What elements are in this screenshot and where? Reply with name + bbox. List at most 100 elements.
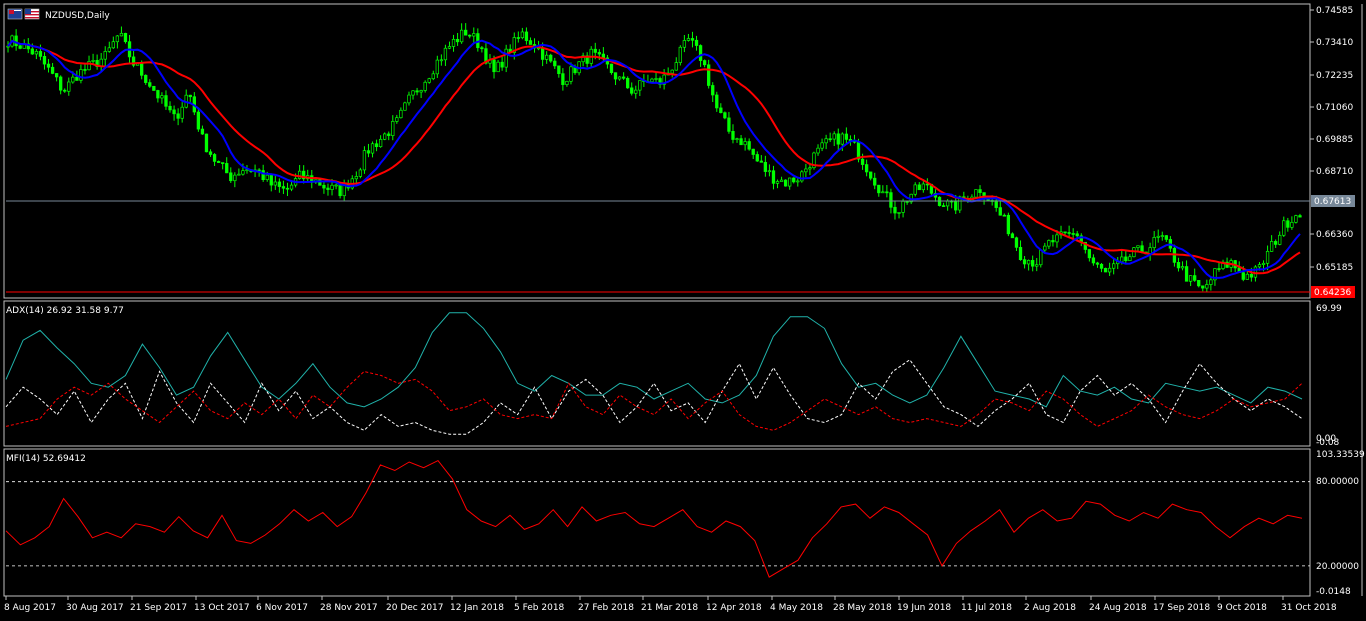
candle-body [739,138,743,146]
candle-body [1018,247,1023,261]
candle-body [1269,241,1274,252]
candle-body [889,192,893,208]
candle-body [415,90,419,93]
candle-body [374,143,379,148]
adx-panel[interactable] [5,312,1303,435]
candle-body [767,170,772,173]
candle-body [528,40,533,45]
mfi-series-0 [5,459,1303,578]
adx-tick-label: -0.08 [1316,438,1340,448]
candle-body [804,168,808,173]
candle-body [411,90,415,96]
candle-body [273,181,277,186]
candle-body [18,45,22,49]
candle-body [723,112,727,119]
candle-body [1298,215,1302,218]
candle-body [148,82,152,87]
candle-body [1257,264,1262,268]
candle-body [1128,256,1132,262]
candle-body [237,173,241,176]
candle-body [472,33,476,37]
candle-body [140,63,144,76]
candle-body [840,133,844,145]
candle-body [921,183,925,191]
price-tick-label: 0.72235 [1316,71,1353,81]
adx-series-2 [5,370,1303,431]
candle-body [1022,259,1027,265]
candle-body [877,184,881,194]
candle-body [597,52,601,55]
candle-body [1180,266,1185,269]
trading-chart[interactable]: 0.74585 0.73410 0.72235 0.71060 0.69885 0.687… [0,0,1366,621]
candle-body [1112,263,1116,269]
candle-body [520,31,525,39]
candle-body [1087,249,1092,259]
mfi-title: MFI(14) 52.69412 [6,454,86,464]
date-tick-label: 9 Oct 2018 [1217,603,1267,613]
candle-body [674,62,678,71]
candle-body [621,76,626,79]
candle-body [1031,260,1035,267]
candle-body [103,51,107,60]
candle-body [180,106,184,119]
current-price-label: 0.67613 [1314,197,1351,207]
candle-body [427,78,431,83]
candle-body [1067,232,1071,234]
mfi-panel[interactable] [5,459,1310,578]
candle-body [796,180,800,183]
candle-body [763,161,768,172]
candle-body [459,29,464,43]
candle-body [613,72,618,80]
candle-body [30,48,34,55]
candle-body [1152,237,1156,248]
candle-body [1103,268,1108,273]
mfi-tick-label: 80.00000 [1316,477,1359,487]
candle-body [63,89,67,92]
candle-body [383,133,387,140]
candle-body [1294,215,1298,223]
candle-body [901,200,905,213]
candle-body [1099,263,1104,269]
candle-body [569,66,573,82]
candle-body [79,69,83,81]
ma-fast-line [7,39,1301,279]
candle-body [545,54,549,60]
candle-body [188,94,192,98]
price-panel[interactable] [6,23,1310,293]
candle-body [711,85,715,96]
candle-body [994,200,998,208]
candle-body [844,133,849,140]
adx-series-0 [5,312,1303,408]
candle-body [455,38,460,43]
candle-body [727,117,731,132]
candle-body [860,158,865,165]
date-tick-label: 28 May 2018 [833,603,892,613]
candle-body [820,142,824,149]
candle-body [34,51,39,55]
candle-body [553,60,557,67]
mfi-tick-label: 20.00000 [1316,562,1359,572]
candle-body [824,138,828,144]
candle-body [864,164,869,173]
candle-body [670,69,674,74]
candle-body [945,200,950,207]
adx-series-1 [5,359,1303,435]
candle-body [431,73,435,80]
date-tick-label: 24 Aug 2018 [1089,603,1147,613]
candle-body [1063,231,1067,234]
candle-body [464,29,468,36]
price-tick-label: 0.74585 [1316,6,1353,16]
candle-body [1043,245,1047,251]
candle-body [91,60,95,62]
candle-body [735,138,739,140]
candle-body [869,171,873,179]
candle-body [759,160,763,163]
candle-body [626,77,630,89]
candle-body [715,94,719,109]
candle-body [524,31,529,41]
symbol-header: NZDUSD,Daily [7,8,110,21]
candle-body [1188,275,1193,282]
candle-body [788,177,792,187]
candle-body [1282,220,1286,236]
candle-body [783,179,788,187]
